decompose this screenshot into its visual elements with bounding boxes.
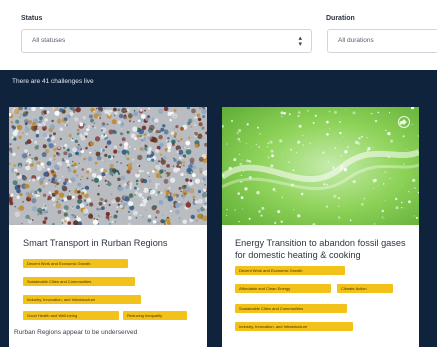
- challenge-count-text: There are 41 challenges live: [12, 78, 94, 85]
- favorite-icon[interactable]: [398, 116, 410, 128]
- challenge-card-title: Energy Transition to abandon fossil gase…: [235, 238, 406, 260]
- challenge-card-description: Rurban Regions appear to be underserved: [14, 329, 138, 336]
- challenge-card[interactable]: Smart Transport in Rurban Regions Decent…: [9, 107, 207, 347]
- sdg-tag: Affordable and Clean Energy: [235, 284, 331, 293]
- status-select[interactable]: All statuses ▴ ▾: [21, 29, 312, 53]
- challenge-card-title: Smart Transport in Rurban Regions: [23, 238, 168, 248]
- status-select-value: All statuses: [32, 37, 66, 44]
- sdg-tag: Industry, Innovation, and Infrastructure: [23, 295, 141, 304]
- sdg-tag: Reducing Inequality: [123, 311, 187, 320]
- status-filter-label: Status: [21, 15, 43, 22]
- sdg-tag: Climate Action: [337, 284, 393, 293]
- sdg-tag: Sustainable Cities and Communities: [235, 304, 347, 313]
- updown-caret-icon: ▴ ▾: [298, 35, 302, 48]
- duration-select-value: All durations: [338, 37, 374, 44]
- challenge-card[interactable]: Energy Transition to abandon fossil gase…: [222, 107, 419, 347]
- filter-bar: Status All statuses ▴ ▾ Duration All dura…: [0, 0, 437, 70]
- duration-filter-label: Duration: [326, 15, 355, 22]
- sdg-tag: Sustainable Cities and Communities: [23, 277, 135, 286]
- challenge-card-image: [9, 107, 207, 225]
- sdg-tag: Industry, Innovation, and Infrastructure: [235, 322, 353, 331]
- sdg-tag: Good Health and Well-being: [23, 311, 119, 320]
- duration-select[interactable]: All durations: [327, 29, 437, 53]
- challenge-card-image: [222, 107, 419, 225]
- sdg-tag: Decent Work and Economic Growth: [23, 259, 128, 268]
- sdg-tag: Decent Work and Economic Growth: [235, 266, 345, 275]
